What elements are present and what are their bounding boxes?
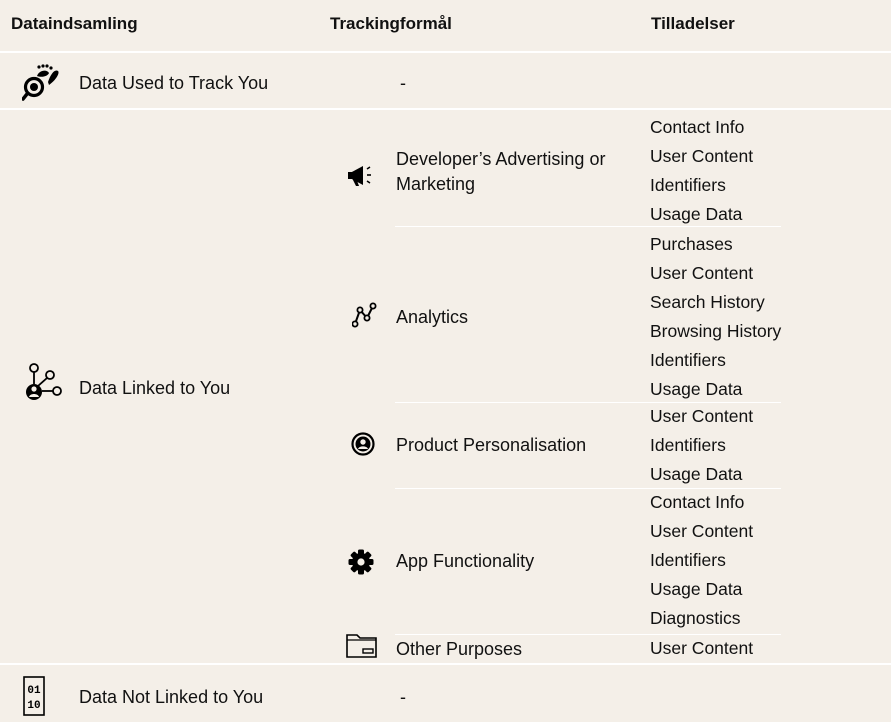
- permission-item: User Content: [650, 406, 754, 426]
- row-divider: [0, 663, 891, 665]
- gear-icon: [348, 549, 374, 580]
- permission-item: Usage Data: [650, 464, 743, 484]
- permission-item: Contact Info: [650, 492, 745, 512]
- permission-item: User Content: [650, 638, 754, 658]
- purpose-label-analytics: Analytics: [396, 307, 469, 327]
- analytics-icon: [351, 302, 378, 333]
- user-circle-icon: [351, 432, 375, 461]
- binary-data-icon: 01 10: [23, 676, 45, 721]
- permissions-advertising: Contact Info User Content Identifiers Us…: [650, 113, 753, 229]
- svg-text:10: 10: [27, 700, 40, 712]
- permission-item: User Content: [650, 263, 754, 283]
- permission-item: User Content: [650, 146, 754, 166]
- purpose-label-personalisation: Product Personalisation: [396, 435, 587, 455]
- row-label-linked: Data Linked to You: [79, 378, 231, 398]
- row-label-not-linked: Data Not Linked to You: [79, 687, 264, 707]
- permission-item: Diagnostics: [650, 608, 741, 628]
- permission-item: Identifiers: [650, 550, 726, 570]
- permission-item: Usage Data: [650, 204, 743, 224]
- tracking-footprint-icon: [21, 63, 64, 106]
- purpose-label-other: Other Purposes: [396, 639, 523, 659]
- permissions-analytics: Purchases User Content Search History Br…: [650, 230, 781, 404]
- permission-item: Purchases: [650, 234, 733, 254]
- permission-item: Identifiers: [650, 350, 726, 370]
- header-divider: [0, 51, 891, 53]
- megaphone-icon: [347, 163, 379, 194]
- permissions-personalisation: User Content Identifiers Usage Data: [650, 402, 753, 489]
- linked-data-icon: [26, 363, 64, 408]
- permission-item: Contact Info: [650, 117, 745, 137]
- permissions-other: User Content: [650, 634, 753, 663]
- permission-item: Search History: [650, 292, 765, 312]
- header-data-collection: Dataindsamling: [11, 14, 138, 33]
- row-purpose-tracked: -: [400, 73, 406, 93]
- row-divider: [0, 108, 891, 110]
- header-permissions: Tilladelser: [651, 14, 735, 33]
- svg-text:01: 01: [27, 685, 41, 697]
- permission-item: Usage Data: [650, 379, 743, 399]
- folder-icon: [345, 632, 379, 665]
- permissions-app-functionality: Contact Info User Content Identifiers Us…: [650, 488, 753, 633]
- permission-item: Usage Data: [650, 579, 743, 599]
- row-label-tracked: Data Used to Track You: [79, 73, 269, 93]
- permission-item: Browsing History: [650, 321, 782, 341]
- permission-item: User Content: [650, 521, 754, 541]
- purpose-label-app-functionality: App Functionality: [396, 551, 535, 571]
- permission-item: Identifiers: [650, 435, 726, 455]
- purpose-label-advertising: Developer’s Advertising or Marketing: [396, 149, 606, 194]
- row-purpose-not-linked: -: [400, 687, 406, 707]
- permission-item: Identifiers: [650, 175, 726, 195]
- header-tracking-purpose: Trackingformål: [330, 14, 452, 33]
